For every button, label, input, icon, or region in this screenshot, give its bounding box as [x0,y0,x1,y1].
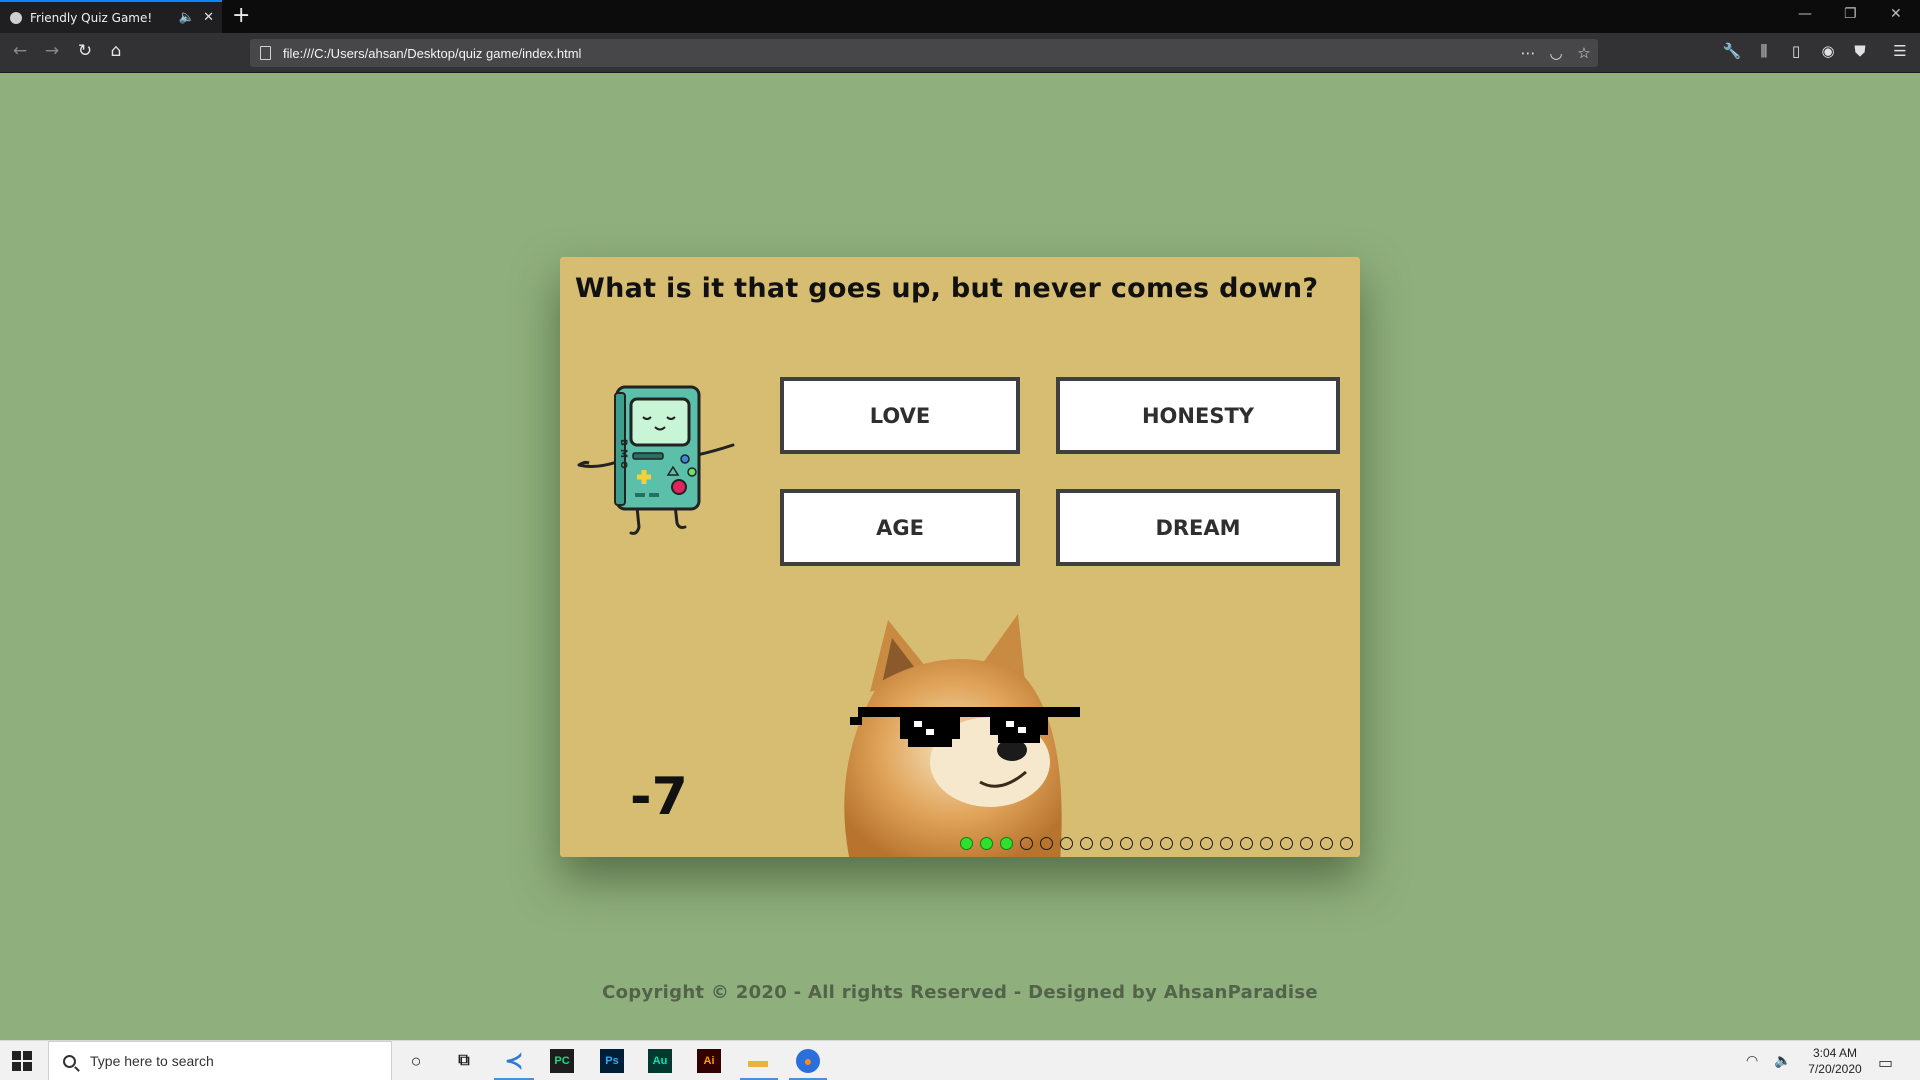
progress-dot-pending [1060,837,1073,850]
quiz-card: What is it that goes up, but never comes… [560,257,1360,857]
window-minimize-button[interactable]: — [1798,6,1812,22]
page-actions-icon[interactable]: ⋯ [1514,44,1542,62]
home-icon[interactable]: ⌂ [104,41,128,61]
audition-icon[interactable]: Au [648,1049,672,1073]
question-text: What is it that goes up, but never comes… [575,273,1319,304]
browser-tab-bar: Friendly Quiz Game! 🔈 ✕ + — ❐ ✕ [0,0,1920,33]
progress-dot-pending [1220,837,1233,850]
cortana-icon[interactable]: ○ [404,1049,428,1073]
answer-option-age[interactable]: AGE [780,489,1020,566]
window-restore-button[interactable]: ❐ [1844,6,1857,22]
progress-dot-pending [1260,837,1273,850]
progress-dot-pending [1020,837,1033,850]
answer-option-honesty[interactable]: HONESTY [1056,377,1340,454]
windows-start-icon[interactable] [12,1051,32,1071]
clock-time: 3:04 AM [1812,1046,1858,1060]
library-icon[interactable]: ⫼ [1752,42,1776,60]
svg-text:B M O: B M O [618,439,628,469]
progress-dot-answered [1000,837,1013,850]
window-close-button[interactable]: ✕ [1890,6,1902,22]
forward-arrow-icon[interactable]: → [40,41,64,61]
tab-close-icon[interactable]: ✕ [203,10,214,25]
progress-dot-answered [960,837,973,850]
progress-dot-pending [1200,837,1213,850]
answer-option-love[interactable]: LOVE [780,377,1020,454]
progress-dot-pending [1320,837,1333,850]
account-icon[interactable]: ◉ [1816,42,1840,60]
reload-icon[interactable]: ↻ [73,41,97,61]
answer-option-dream[interactable]: DREAM [1056,489,1340,566]
progress-dot-pending [1180,837,1193,850]
progress-dot-pending [1240,837,1253,850]
pycharm-icon[interactable]: PC [550,1049,574,1073]
url-text[interactable]: file:///C:/Users/ahsan/Desktop/quiz game… [283,46,1514,61]
vscode-icon[interactable]: ≺ [502,1048,526,1073]
new-tab-button[interactable]: + [232,4,250,28]
progress-dot-pending [1300,837,1313,850]
search-icon [63,1054,76,1068]
pocket-icon[interactable]: ◡ [1542,44,1570,62]
tab-audio-icon[interactable]: 🔈 [179,10,195,25]
question-progress-dots [960,837,1353,851]
task-view-icon[interactable]: ⧉ [452,1049,476,1073]
score-display: -7 [630,767,688,827]
progress-dot-answered [980,837,993,850]
address-bar[interactable]: file:///C:/Users/ahsan/Desktop/quiz game… [250,39,1598,67]
illustrator-icon[interactable]: Ai [697,1049,721,1073]
firefox-icon[interactable]: ● [796,1049,820,1073]
photoshop-icon[interactable]: Ps [600,1049,624,1073]
clock-date: 7/20/2020 [1808,1062,1862,1076]
progress-dot-pending [1340,837,1353,850]
taskbar-clock[interactable]: 3:04 AM 7/20/2020 [1800,1045,1870,1077]
progress-dot-pending [1100,837,1113,850]
menu-hamburger-icon[interactable]: ☰ [1888,42,1912,60]
search-placeholder: Type here to search [90,1053,214,1069]
sidebar-icon[interactable]: ▯ [1784,42,1808,60]
file-explorer-icon[interactable]: ▬ [746,1049,770,1073]
shield-icon[interactable]: ⛊ [1848,42,1872,60]
network-icon[interactable]: ◠ [1746,1053,1758,1069]
bookmark-star-icon[interactable]: ☆ [1570,44,1598,62]
notifications-icon[interactable]: ▭ [1878,1053,1893,1072]
progress-dot-pending [1140,837,1153,850]
progress-dot-pending [1160,837,1173,850]
back-arrow-icon[interactable]: ← [8,41,32,61]
browser-tab[interactable]: Friendly Quiz Game! 🔈 ✕ [0,0,222,33]
tab-title: Friendly Quiz Game! [30,10,153,25]
tab-favicon-icon [10,11,22,24]
page-icon [260,46,271,60]
doge-sunglasses-image [844,614,1080,857]
footer-copyright: Copyright © 2020 - All rights Reserved -… [602,982,1318,1003]
bmo-character-image: B M O [577,385,735,535]
progress-dot-pending [1040,837,1053,850]
progress-dot-pending [1280,837,1293,850]
volume-icon[interactable]: 🔈 [1774,1053,1791,1069]
progress-dot-pending [1080,837,1093,850]
windows-taskbar: Type here to search ○ ⧉ ≺ PC Ps Au Ai ▬ … [0,1040,1920,1080]
dev-tools-wrench-icon[interactable]: 🔧 [1720,42,1744,60]
browser-nav-bar: ← → ↻ ⌂ file:///C:/Users/ahsan/Desktop/q… [0,33,1920,73]
taskbar-search-box[interactable]: Type here to search [48,1041,392,1080]
progress-dot-pending [1120,837,1133,850]
